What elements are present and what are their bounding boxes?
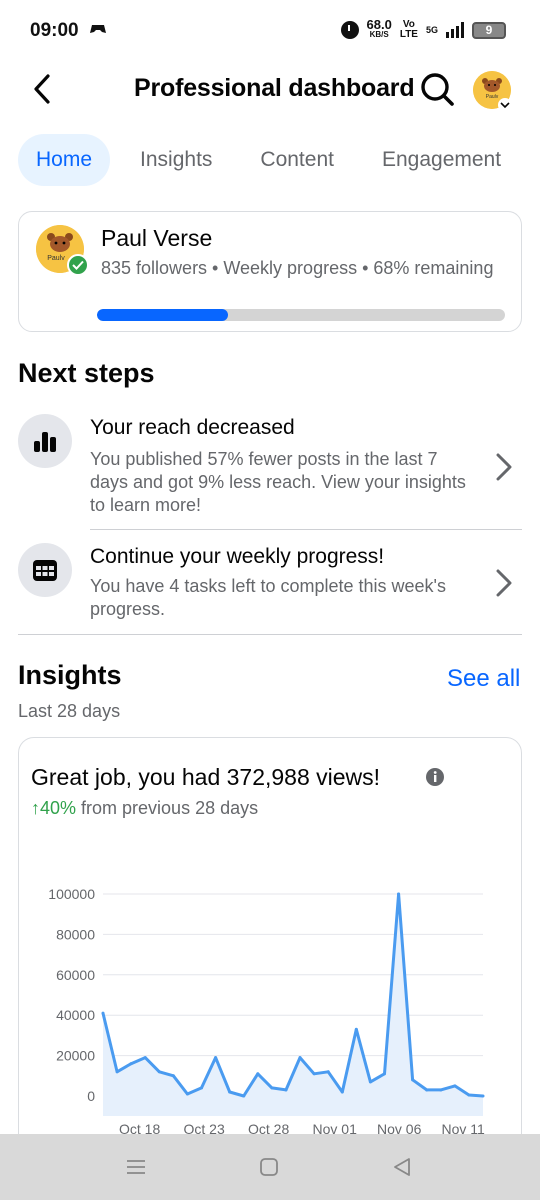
divider [18,634,522,635]
step-description: You published 57% fewer posts in the las… [90,449,466,515]
calendar-icon [18,543,72,597]
data-point [129,1062,133,1066]
tab-engagement[interactable]: Engagement [364,134,519,186]
profile-meta: 835 followers • Weekly progress • 68% re… [101,258,494,278]
data-point [298,1056,302,1060]
weekly-progress-bar [97,309,505,321]
data-point [439,1088,443,1092]
y-tick-label: 60000 [56,967,95,983]
profile-card[interactable]: Paulv Paul Verse 835 followers • Weekly … [18,211,522,332]
data-point [200,1086,204,1090]
app-header: Professional dashboard Paulv [0,62,540,116]
views-headline: Great job, you had 372,988 views! [31,764,381,790]
tab-bar: Home Insights Content Engagement [18,134,519,186]
game-controller-icon [89,22,107,40]
next-step-weekly-progress[interactable]: Continue your weekly progress! You have … [18,541,522,633]
system-nav-bar [0,1134,540,1200]
y-tick-label: 80000 [56,926,95,942]
status-time: 09:00 [30,20,79,41]
delta-text: from previous 28 days [76,798,259,818]
series-area [103,894,483,1116]
step-description: You have 4 tasks left to complete this w… [90,576,446,619]
data-point [354,1027,358,1031]
data-point [256,1072,260,1076]
data-point [425,1088,429,1092]
network-speed: 68.0 KB/S [366,17,392,40]
speed-value: 68.0 [366,17,392,32]
insights-period: Last 28 days [18,701,121,721]
svg-text:Paulv: Paulv [486,94,499,100]
back-arrow-icon[interactable] [28,72,56,106]
delta-arrow: ↑ [31,798,40,818]
delta-value: 40% [40,798,77,818]
views-line-chart: 100000800006000040000200000Oct 18 Oct 23 O… [48,886,485,1137]
insights-title: Insights [18,660,122,690]
volte-indicator: Vo LTE [400,20,418,40]
bar-chart-icon [18,414,72,468]
tab-content[interactable]: Content [242,134,352,186]
y-tick-label: 20000 [56,1048,95,1064]
data-point [397,892,401,896]
status-bar: 09:00 68.0 KB/S Vo LTE 5G 9 [0,0,540,62]
data-point [214,1056,218,1060]
step-title: Your reach decreased [90,416,295,439]
status-icons: 68.0 KB/S Vo LTE 5G 9 [340,17,506,40]
search-icon[interactable] [418,70,456,108]
data-point [143,1056,147,1060]
speed-unit: KB/S [369,30,389,39]
data-point [101,1011,105,1015]
menu-icon[interactable] [121,1152,151,1182]
see-all-link[interactable]: See all [447,665,520,693]
network-type: 5G [425,25,438,35]
alarm-icon [340,21,359,39]
home-icon[interactable] [254,1152,284,1182]
views-delta: ↑40% from previous 28 days [31,798,258,819]
profile-name: Paul Verse [101,225,213,251]
chevron-right-icon [496,453,512,481]
data-point [467,1093,471,1097]
data-point [242,1094,246,1098]
data-point [326,1070,330,1074]
data-point [115,1070,119,1074]
chevron-right-icon [496,569,512,597]
svg-text:Paulv: Paulv [47,255,65,262]
volte-bottom: LTE [399,29,418,40]
data-point [185,1092,189,1096]
battery-icon: 9 [472,21,506,39]
signal-icon [446,22,464,38]
divider [90,529,522,530]
data-point [453,1084,457,1088]
data-point [157,1070,161,1074]
data-point [368,1080,372,1084]
chevron-down-icon[interactable] [498,98,512,112]
verified-check-icon [67,254,89,276]
data-point [171,1074,175,1078]
data-point [312,1072,316,1076]
data-point [228,1090,232,1094]
info-icon[interactable] [425,767,445,787]
data-point [481,1094,485,1098]
y-tick-label: 100000 [48,886,95,902]
tab-insights[interactable]: Insights [122,134,230,186]
next-step-reach[interactable]: Your reach decreased You published 57% f… [18,412,522,530]
step-title: Continue your weekly progress! [90,545,385,568]
series-line [101,892,484,1098]
page-title: Professional dashboard [134,74,415,102]
y-tick-label: 40000 [56,1007,95,1023]
data-point [270,1086,274,1090]
y-tick-label: 0 [87,1088,95,1104]
views-chart-card[interactable]: Great job, you had 372,988 views! ↑40% f… [18,737,522,1157]
data-point [284,1088,288,1092]
tab-home[interactable]: Home [18,134,111,186]
next-steps-title: Next steps [18,358,155,388]
data-point [382,1072,386,1076]
data-point [340,1090,344,1094]
back-triangle-icon[interactable] [387,1152,417,1182]
weekly-progress-fill [97,309,228,321]
data-point [411,1078,415,1082]
